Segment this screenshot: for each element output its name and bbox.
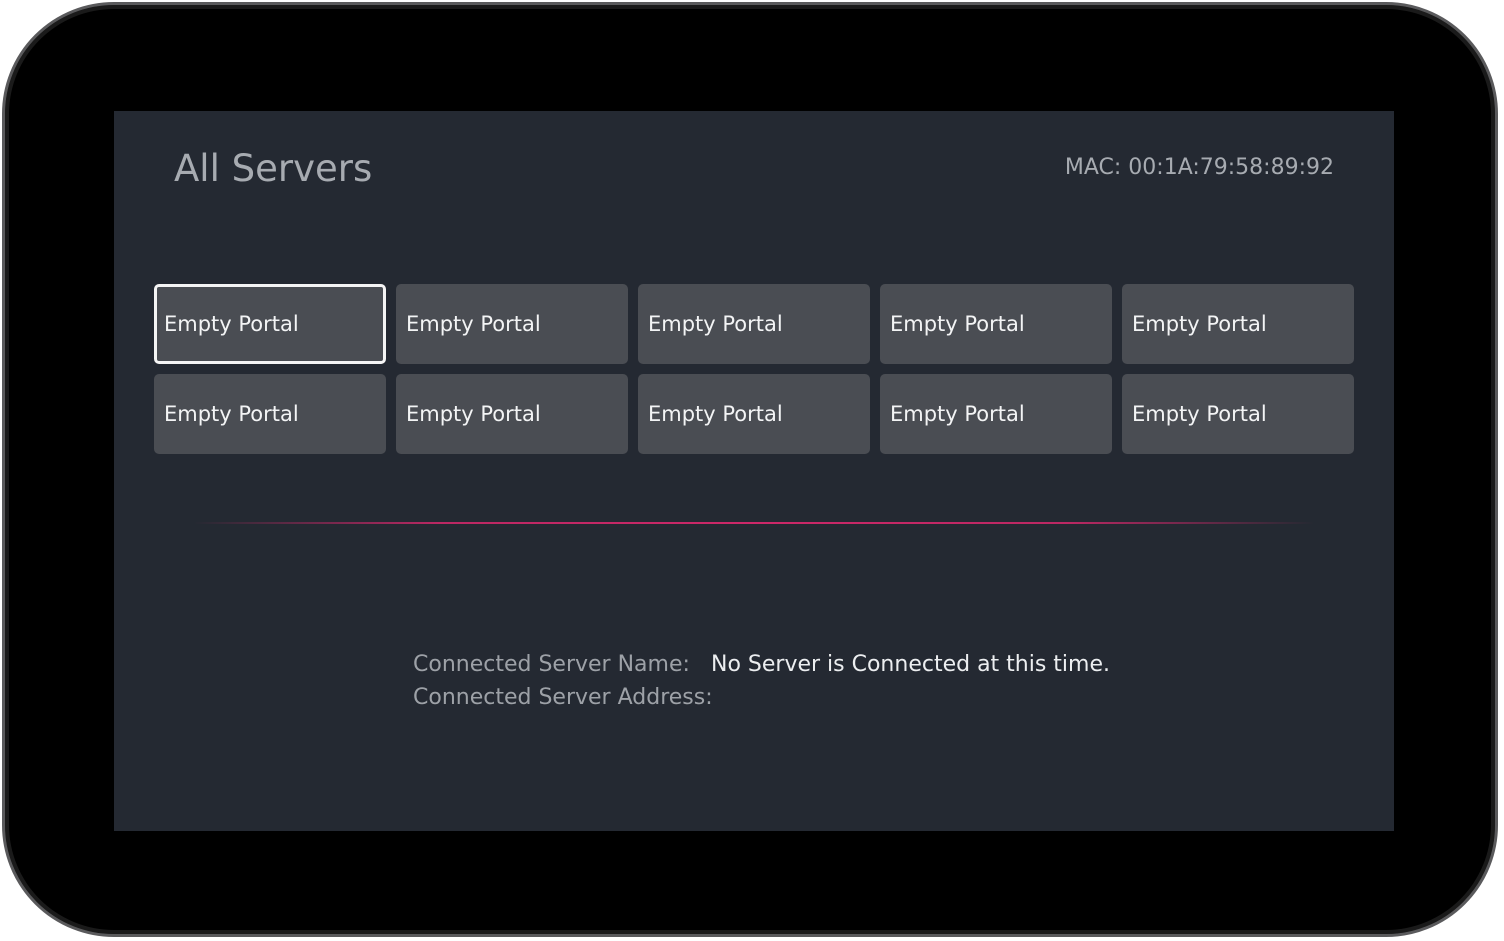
- page-title: All Servers: [174, 147, 373, 190]
- connected-server-address-label: Connected Server Address:: [413, 685, 713, 710]
- portal-tile-7[interactable]: Empty Portal: [396, 374, 628, 454]
- portal-tile-2[interactable]: Empty Portal: [396, 284, 628, 364]
- portal-tile-5[interactable]: Empty Portal: [1122, 284, 1354, 364]
- section-divider: [194, 522, 1314, 524]
- connected-server-name-label: Connected Server Name:: [413, 652, 690, 677]
- portal-tile-8[interactable]: Empty Portal: [638, 374, 870, 454]
- portal-tile-6[interactable]: Empty Portal: [154, 374, 386, 454]
- connection-info: Connected Server Name: No Server is Conn…: [413, 648, 1110, 714]
- portal-tile-4[interactable]: Empty Portal: [880, 284, 1112, 364]
- connected-server-address-row: Connected Server Address:: [413, 681, 1110, 714]
- connected-server-name-value: No Server is Connected at this time.: [711, 652, 1111, 677]
- mac-address-label: MAC: 00:1A:79:58:89:92: [1064, 155, 1334, 180]
- portal-tile-1[interactable]: Empty Portal: [154, 284, 386, 364]
- app-screen: All Servers MAC: 00:1A:79:58:89:92 Empty…: [114, 111, 1394, 831]
- portal-tile-10[interactable]: Empty Portal: [1122, 374, 1354, 454]
- portal-tile-3[interactable]: Empty Portal: [638, 284, 870, 364]
- connected-server-name-row: Connected Server Name: No Server is Conn…: [413, 648, 1110, 681]
- portal-tile-9[interactable]: Empty Portal: [880, 374, 1112, 454]
- portal-grid: Empty Portal Empty Portal Empty Portal E…: [154, 284, 1354, 454]
